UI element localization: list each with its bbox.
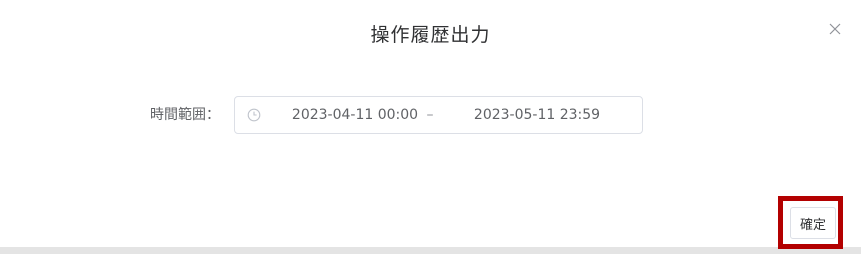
range-separator: – (426, 107, 434, 123)
clock-icon (247, 108, 261, 122)
close-button[interactable] (824, 18, 846, 40)
range-end-input[interactable] (453, 97, 621, 133)
range-start-input[interactable] (271, 97, 439, 133)
time-range-row: 時間範囲： – (0, 96, 861, 134)
confirm-button[interactable]: 確定 (790, 207, 836, 239)
footer-divider (0, 247, 861, 254)
export-operation-history-dialog: 操作履歴出力 時間範囲： – 確定 (0, 0, 861, 254)
time-range-label: 時間範囲： (150, 107, 220, 123)
datetime-range-picker[interactable]: – (234, 96, 643, 134)
dialog-title: 操作履歴出力 (370, 24, 491, 46)
close-icon (829, 23, 841, 35)
